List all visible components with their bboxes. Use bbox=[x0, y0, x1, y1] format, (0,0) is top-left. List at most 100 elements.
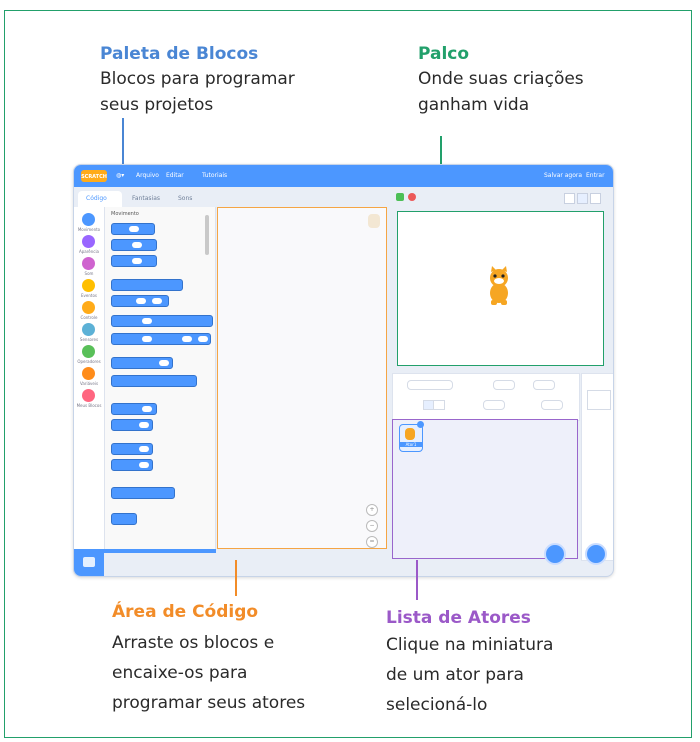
delete-sprite-icon[interactable] bbox=[417, 421, 424, 428]
category-menu: Movimento Aparência Som Eventos Controle… bbox=[74, 207, 105, 549]
menu-file[interactable]: Arquivo bbox=[136, 171, 159, 181]
motion-block[interactable] bbox=[111, 459, 153, 471]
motion-block[interactable] bbox=[111, 333, 211, 345]
stage-size-large-icon[interactable] bbox=[577, 193, 588, 204]
tab-costumes-label: Fantasias bbox=[132, 195, 161, 202]
palette-bottom-strip bbox=[104, 549, 216, 553]
sprite-thumbnail[interactable]: Ator1 bbox=[399, 424, 423, 452]
category-events-label: Eventos bbox=[81, 293, 97, 298]
code-annotation: Área de Código Arraste os blocos e encai… bbox=[112, 600, 305, 718]
stage-annotation-desc-2: ganham vida bbox=[418, 95, 530, 115]
sprites-annotation-desc-2: de um ator para bbox=[386, 665, 524, 685]
sprites-annotation-title: Lista de Atores bbox=[386, 608, 531, 628]
sprites-annotation: Lista de Atores Clique na miniatura de u… bbox=[386, 606, 553, 720]
stop-icon[interactable] bbox=[408, 193, 416, 201]
category-variables[interactable] bbox=[82, 367, 95, 380]
palette-annotation: Paleta de Blocos Blocos para programar s… bbox=[100, 42, 295, 118]
sprite-thumbnail-label: Ator1 bbox=[400, 442, 422, 447]
motion-block[interactable] bbox=[111, 443, 153, 455]
motion-block[interactable] bbox=[111, 315, 213, 327]
scratch-logo[interactable]: SCRATCH bbox=[81, 170, 107, 182]
tab-code-label: Código bbox=[86, 195, 107, 202]
show-hidden-toggle[interactable] bbox=[433, 400, 445, 410]
menu-tutorials[interactable]: Tutoriais bbox=[202, 171, 227, 181]
category-looks-label: Aparência bbox=[78, 249, 100, 254]
category-sensing[interactable] bbox=[82, 323, 95, 336]
sprite-watermark-icon bbox=[368, 214, 380, 228]
code-annotation-title: Área de Código bbox=[112, 602, 259, 622]
add-extension-button[interactable] bbox=[74, 549, 104, 576]
motion-block[interactable] bbox=[111, 239, 157, 251]
category-control[interactable] bbox=[82, 301, 95, 314]
extension-icon bbox=[83, 557, 95, 567]
category-events[interactable] bbox=[82, 279, 95, 292]
choose-backdrop-button[interactable] bbox=[585, 543, 607, 565]
stage-annotation-desc-1: Onde suas criações bbox=[418, 69, 584, 89]
stage-annotation-title: Palco bbox=[418, 44, 470, 64]
category-operators[interactable] bbox=[82, 345, 95, 358]
code-annotation-desc-3: programar seus atores bbox=[112, 693, 306, 713]
stage-size-small-icon[interactable] bbox=[564, 193, 575, 204]
tab-sounds[interactable]: Sons bbox=[170, 191, 210, 207]
sprite-x-field[interactable] bbox=[493, 380, 515, 390]
sprites-annotation-desc-1: Clique na miniatura bbox=[386, 635, 554, 655]
code-annotation-desc-1: Arraste os blocos e bbox=[112, 633, 275, 653]
palette-annotation-desc-1: Blocos para programar bbox=[100, 69, 295, 89]
category-looks[interactable] bbox=[82, 235, 95, 248]
stage-annotation: Palco Onde suas criações ganham vida bbox=[418, 42, 584, 118]
palette-annotation-desc-2: seus projetos bbox=[100, 95, 214, 115]
motion-block[interactable] bbox=[111, 403, 157, 415]
stage-backdrop-panel bbox=[581, 373, 613, 561]
sprite-name-field[interactable] bbox=[407, 380, 453, 390]
scratch-editor-screenshot: SCRATCH ◍▾ Arquivo Editar Tutoriais Salv… bbox=[73, 164, 614, 577]
motion-block[interactable] bbox=[111, 375, 197, 387]
motion-block[interactable] bbox=[111, 419, 153, 431]
category-sound[interactable] bbox=[82, 257, 95, 270]
sprite-y-field[interactable] bbox=[533, 380, 555, 390]
category-control-label: Controle bbox=[80, 315, 98, 320]
motion-block[interactable] bbox=[111, 295, 169, 307]
category-motion-label: Movimento bbox=[77, 227, 101, 232]
scratch-cat-sprite[interactable] bbox=[482, 266, 516, 306]
sprite-size-field[interactable] bbox=[483, 400, 505, 410]
sprite-list: Ator1 bbox=[392, 419, 578, 559]
zoom-out-icon[interactable]: − bbox=[366, 520, 378, 532]
motion-block[interactable] bbox=[111, 513, 137, 525]
sprite-info-panel bbox=[392, 373, 580, 421]
zoom-reset-icon[interactable]: = bbox=[366, 536, 378, 548]
palette-bottom-bar bbox=[104, 549, 392, 576]
backdrop-thumbnail[interactable] bbox=[587, 390, 611, 410]
code-pointer-line bbox=[235, 560, 237, 596]
category-variables-label: Variáveis bbox=[79, 381, 99, 386]
motion-block[interactable] bbox=[111, 487, 175, 499]
fullscreen-icon[interactable] bbox=[590, 193, 601, 204]
motion-block[interactable] bbox=[111, 255, 157, 267]
sprites-annotation-desc-3: selecioná-lo bbox=[386, 695, 488, 715]
tab-code[interactable]: Código bbox=[78, 191, 122, 207]
choose-sprite-button[interactable] bbox=[544, 543, 566, 565]
stage[interactable] bbox=[397, 211, 604, 366]
green-flag-icon[interactable] bbox=[396, 193, 404, 201]
category-my-blocks[interactable] bbox=[82, 389, 95, 402]
palette-heading: Movimento bbox=[111, 211, 139, 217]
sprite-thumbnail-cat-icon bbox=[405, 428, 415, 440]
motion-block[interactable] bbox=[111, 357, 173, 369]
scratch-logo-text: SCRATCH bbox=[81, 174, 107, 180]
motion-block[interactable] bbox=[111, 223, 155, 235]
sprite-direction-field[interactable] bbox=[541, 400, 563, 410]
motion-block[interactable] bbox=[111, 279, 183, 291]
palette-annotation-title: Paleta de Blocos bbox=[100, 44, 259, 64]
category-motion[interactable] bbox=[82, 213, 95, 226]
sprites-pointer-line bbox=[416, 560, 418, 600]
tab-costumes[interactable]: Fantasias bbox=[124, 191, 168, 207]
block-palette: Movimento bbox=[105, 207, 216, 549]
zoom-in-icon[interactable]: + bbox=[366, 504, 378, 516]
category-operators-label: Operadores bbox=[77, 359, 101, 364]
menu-sign-in[interactable]: Entrar bbox=[586, 171, 605, 181]
palette-scrollbar[interactable] bbox=[205, 215, 209, 255]
menu-save[interactable]: Salvar agora bbox=[544, 171, 582, 181]
globe-icon[interactable]: ◍▾ bbox=[116, 171, 124, 181]
code-area[interactable]: + − = bbox=[217, 207, 387, 549]
menu-edit[interactable]: Editar bbox=[166, 171, 184, 181]
category-my-blocks-label: Meus Blocos bbox=[76, 403, 102, 408]
